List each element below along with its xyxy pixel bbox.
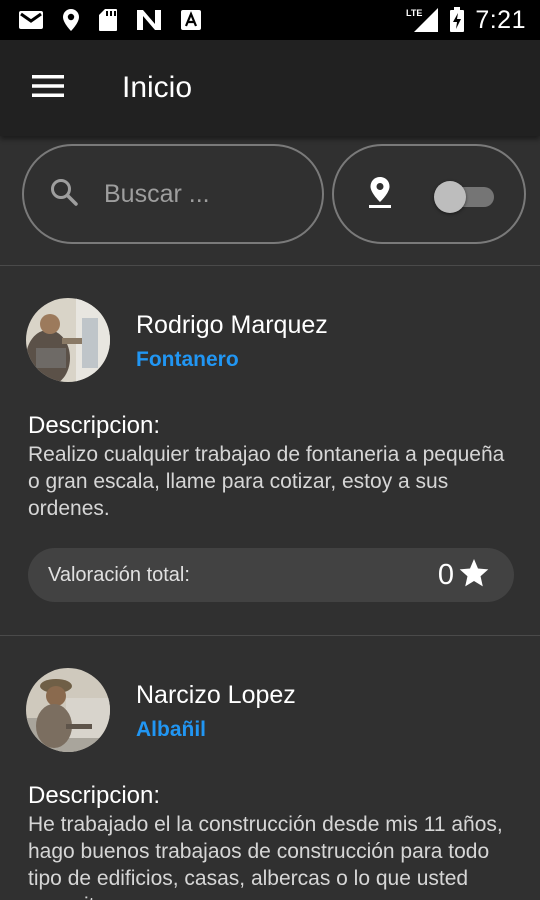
worker-profession: Fontanero	[136, 348, 239, 371]
rating-value-group: 0	[438, 557, 490, 594]
clock: 7:21	[475, 5, 526, 34]
signal-icon: LTE	[405, 7, 439, 33]
sd-card-icon	[98, 8, 118, 32]
location-toggle[interactable]	[434, 179, 496, 213]
star-icon	[458, 557, 490, 594]
location-pin-icon	[62, 8, 80, 32]
filter-bar: Buscar ...	[0, 142, 540, 246]
search-placeholder: Buscar ...	[104, 179, 210, 208]
rating-bar: Valoración total: 0	[28, 548, 514, 602]
description-label: Descripcion:	[28, 782, 161, 809]
search-input[interactable]: Buscar ...	[22, 144, 324, 244]
status-bar-system: LTE 7:21	[405, 6, 526, 35]
a-app-icon	[180, 9, 202, 31]
rating-value: 0	[437, 558, 454, 591]
app-bar: Inicio	[0, 40, 540, 136]
network-type: LTE	[406, 8, 422, 18]
status-bar: LTE 7:21	[0, 0, 540, 40]
worker-profession: Albañil	[136, 718, 207, 741]
description-label: Descripcion:	[28, 412, 161, 439]
status-bar-notifications	[18, 8, 202, 32]
worker-description: He trabajado el la construcción desde mi…	[28, 813, 503, 900]
worker-description: Realizo cualquier trabajao de fontaneria…	[28, 443, 505, 520]
battery-charging-icon	[449, 7, 465, 33]
gmail-icon	[18, 10, 44, 30]
worker-card[interactable]: Rodrigo Marquez Fontanero Descripcion: R…	[0, 266, 540, 634]
search-icon	[48, 176, 80, 213]
avatar	[26, 298, 110, 382]
avatar	[26, 668, 110, 752]
page-title: Inicio	[122, 71, 193, 104]
location-filter	[332, 144, 526, 244]
location-pin-icon[interactable]	[366, 175, 394, 214]
toggle-thumb	[434, 181, 466, 213]
rating-label: Valoración total:	[48, 563, 190, 586]
worker-name: Rodrigo Marquez	[136, 311, 328, 339]
menu-button[interactable]	[0, 40, 96, 136]
n-app-icon	[136, 9, 162, 31]
hamburger-menu-icon	[32, 74, 64, 103]
worker-name: Narcizo Lopez	[136, 681, 296, 709]
worker-card[interactable]: Narcizo Lopez Albañil Descripcion: He tr…	[0, 636, 540, 900]
